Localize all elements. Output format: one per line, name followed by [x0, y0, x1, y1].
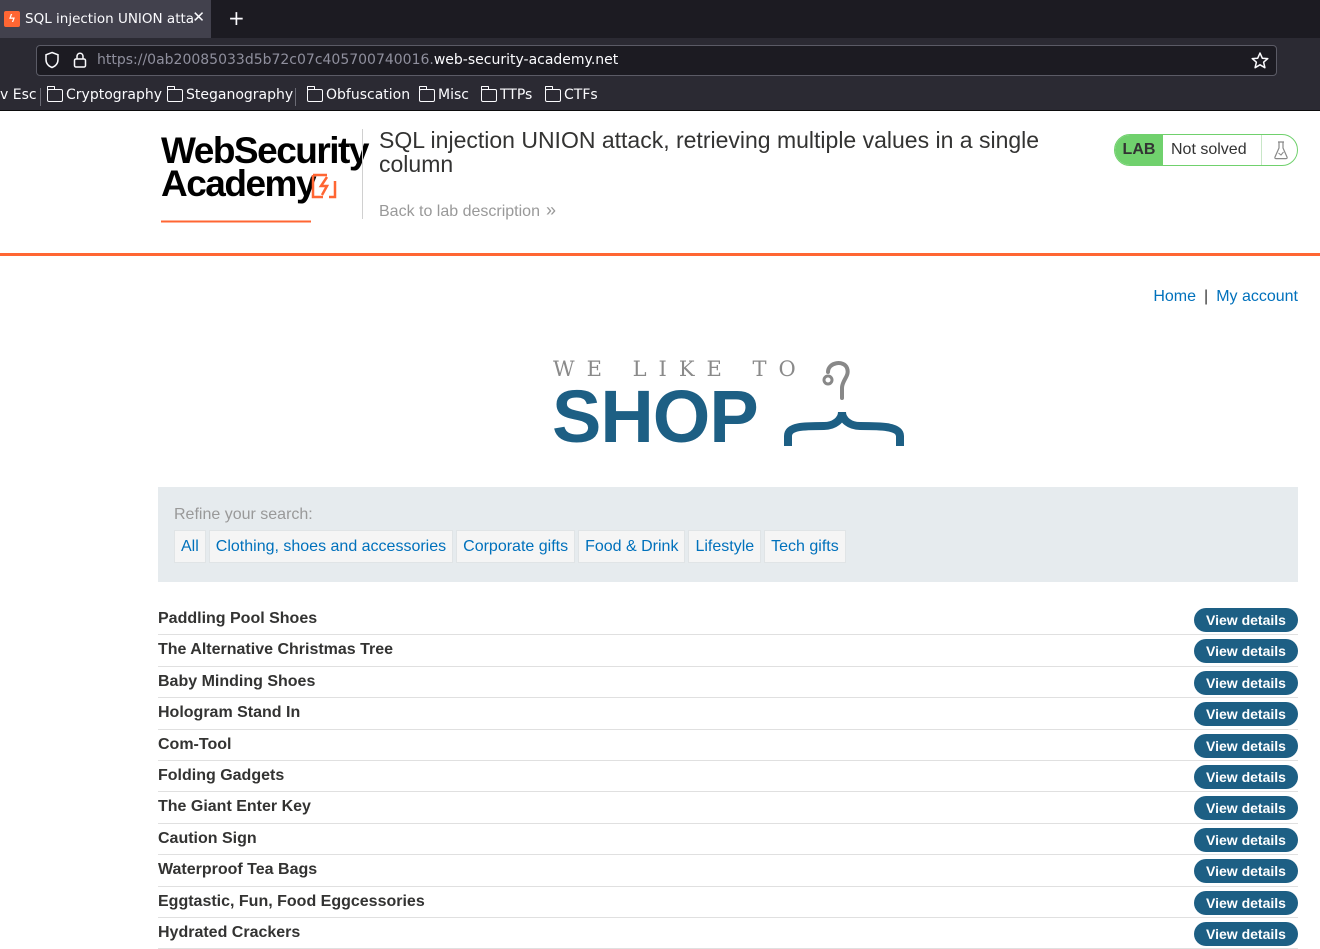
- bookmark-folder[interactable]: Misc: [418, 85, 469, 103]
- lightning-icon: ϟ: [4, 11, 20, 27]
- filter-list: All Clothing, shoes and accessories Corp…: [174, 530, 846, 563]
- table-row: Paddling Pool Shoes View details: [158, 604, 1298, 636]
- filter-all[interactable]: All: [174, 530, 206, 563]
- double-chevron-right-icon: »: [545, 200, 556, 220]
- folder-icon: [166, 85, 183, 102]
- url-prefix: https://0ab20085033d5b72c07c405700740016…: [97, 52, 434, 68]
- nav-separator: |: [1204, 288, 1209, 305]
- folder-icon: [46, 85, 63, 102]
- folder-icon: [480, 85, 497, 102]
- product-name: Com-Tool: [158, 735, 232, 753]
- view-details-button[interactable]: View details: [1194, 921, 1298, 946]
- logo-line2: Academy: [161, 163, 317, 204]
- bookmark-separator: [295, 88, 296, 106]
- shop-top-nav: Home | My account: [1153, 288, 1298, 306]
- bookmark-folder[interactable]: Cryptography: [46, 85, 162, 103]
- lab-status-text: Not solved: [1171, 141, 1247, 158]
- bookmark-folder[interactable]: TTPs: [480, 85, 532, 103]
- product-name: Baby Minding Shoes: [158, 672, 316, 690]
- browser-tab[interactable]: ϟ SQL injection UNION attack, retrieving…: [0, 0, 211, 38]
- tab-title: SQL injection UNION attack, retrieving m…: [25, 11, 195, 27]
- filter-lifestyle[interactable]: Lifestyle: [688, 530, 762, 563]
- header-divider: [362, 129, 363, 219]
- view-details-button[interactable]: View details: [1194, 639, 1298, 664]
- product-name: Caution Sign: [158, 829, 257, 847]
- product-name: The Giant Enter Key: [158, 798, 311, 816]
- product-table: Paddling Pool Shoes View details The Alte…: [158, 604, 1298, 949]
- product-name: Hydrated Crackers: [158, 923, 301, 941]
- table-row: Waterproof Tea Bags View details: [158, 855, 1298, 887]
- browser-tab-bar: ϟ SQL injection UNION attack, retrieving…: [0, 0, 1320, 38]
- lab-icon-box: [1261, 135, 1297, 165]
- bookmark-folder[interactable]: CTFs: [544, 85, 598, 103]
- filter-label: Refine your search:: [174, 506, 313, 523]
- home-link[interactable]: Home: [1153, 288, 1196, 305]
- flask-icon: [1273, 141, 1288, 160]
- bookmark-folder[interactable]: Obfuscation: [306, 85, 410, 103]
- bookmark-folder[interactable]: Steganography: [166, 85, 293, 103]
- table-row: Com-Tool View details: [158, 730, 1298, 761]
- bookmark-separator: [40, 88, 41, 106]
- shop-banner: WE LIKE TO SHOP: [552, 355, 912, 458]
- star-icon[interactable]: [1250, 51, 1270, 71]
- lab-title: SQL injection UNION attack, retrieving m…: [379, 127, 1040, 177]
- lock-icon[interactable]: [71, 51, 89, 69]
- folder-icon: [306, 85, 323, 102]
- view-details-button[interactable]: View details: [1194, 764, 1298, 789]
- view-details-button[interactable]: View details: [1194, 733, 1298, 758]
- back-to-lab-link[interactable]: Back to lab description»: [379, 200, 556, 221]
- filter-corporate-gifts[interactable]: Corporate gifts: [456, 530, 576, 563]
- table-row: Hydrated Crackers View details: [158, 918, 1298, 949]
- view-details-button[interactable]: View details: [1194, 827, 1298, 852]
- folder-icon: [418, 85, 435, 102]
- shield-icon[interactable]: [43, 51, 61, 69]
- view-details-button[interactable]: View details: [1194, 608, 1298, 632]
- url-domain: web-security-academy.net: [433, 52, 619, 68]
- plus-icon[interactable]: +: [228, 6, 245, 30]
- my-account-link[interactable]: My account: [1216, 288, 1298, 305]
- table-row: Hologram Stand In View details: [158, 698, 1298, 730]
- filter-food-drink[interactable]: Food & Drink: [578, 530, 686, 563]
- table-row: Folding Gadgets View details: [158, 761, 1298, 793]
- view-details-button[interactable]: View details: [1194, 859, 1298, 884]
- bookmarks-toolbar: v Esc Cryptography Steganography Obfusca…: [0, 82, 1320, 111]
- view-details-button[interactable]: View details: [1194, 796, 1298, 821]
- product-name: Eggtastic, Fun, Food Eggcessories: [158, 892, 425, 910]
- filter-tech-gifts[interactable]: Tech gifts: [764, 530, 846, 563]
- table-row: Eggtastic, Fun, Food Eggcessories View de…: [158, 887, 1298, 918]
- url-bar[interactable]: https://0ab20085033d5b72c07c405700740016…: [36, 45, 1277, 76]
- browser-nav-bar: https://0ab20085033d5b72c07c405700740016…: [0, 38, 1320, 82]
- hanger-icon: [784, 361, 904, 446]
- lab-status-widget: LAB Not solved: [1114, 134, 1298, 166]
- url-text[interactable]: https://0ab20085033d5b72c07c405700740016…: [97, 52, 618, 68]
- logo-underline: [161, 220, 311, 223]
- view-details-button[interactable]: View details: [1194, 702, 1298, 727]
- category-filter: Refine your search: All Clothing, shoes …: [158, 487, 1298, 582]
- product-name: Folding Gadgets: [158, 766, 285, 784]
- bookmark-item[interactable]: v Esc: [0, 87, 37, 103]
- table-row: The Alternative Christmas Tree View detai…: [158, 635, 1298, 667]
- view-details-button[interactable]: View details: [1194, 890, 1298, 915]
- lab-badge: LAB: [1115, 135, 1163, 165]
- product-name: Paddling Pool Shoes: [158, 610, 318, 627]
- table-row: The Giant Enter Key View details: [158, 792, 1298, 824]
- filter-clothing[interactable]: Clothing, shoes and accessories: [208, 530, 454, 563]
- academy-logo[interactable]: WebSecurity Academy: [161, 131, 369, 223]
- table-row: Caution Sign View details: [158, 824, 1298, 856]
- banner-title: SHOP: [552, 375, 759, 458]
- table-row: Baby Minding Shoes View details: [158, 667, 1298, 699]
- folder-icon: [544, 85, 561, 102]
- academy-header: WebSecurity Academy SQL injection UNION …: [0, 111, 1320, 256]
- product-name: Hologram Stand In: [158, 704, 301, 722]
- product-name: Waterproof Tea Bags: [158, 861, 318, 879]
- close-icon[interactable]: ✕: [192, 9, 205, 27]
- view-details-button[interactable]: View details: [1194, 670, 1298, 695]
- lightning-icon: [311, 173, 337, 199]
- product-name: The Alternative Christmas Tree: [158, 641, 394, 659]
